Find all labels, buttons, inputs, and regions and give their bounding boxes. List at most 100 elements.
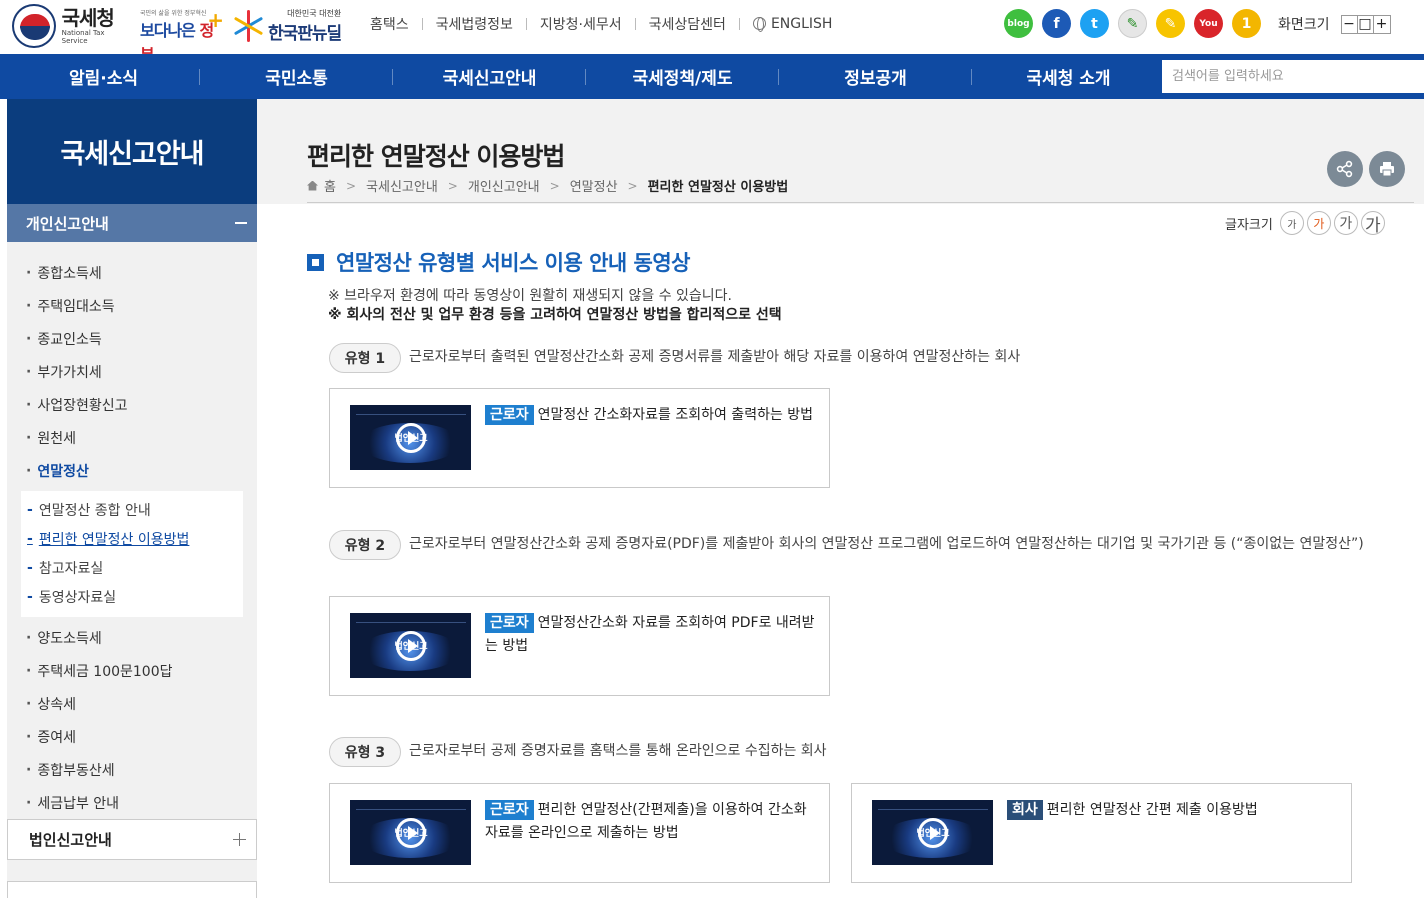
page-title: 편리한 연말정산 이용방법: [307, 142, 565, 171]
play-icon: [396, 423, 426, 453]
collapse-icon: [235, 222, 247, 224]
gnb-menu-about[interactable]: 국세청 소개: [972, 54, 1165, 99]
plus-mark-icon: +: [207, 8, 224, 32]
sidebar-item-inheritance[interactable]: 상속세: [7, 687, 257, 720]
submenu-item-videos[interactable]: 동영상자료실: [21, 582, 243, 611]
gnb-menu-communication[interactable]: 국민소통: [200, 54, 393, 99]
new-deal-small-text: 대한민국 대전환: [287, 9, 342, 18]
video-card[interactable]: 법인신고 회사 편리한 연말정산 간편 제출 이용방법: [851, 783, 1352, 883]
sidebar-item-capital-gains[interactable]: 양도소득세: [7, 621, 257, 654]
pen-icon[interactable]: ✎: [1118, 9, 1147, 38]
bullet-square-icon: [307, 253, 324, 271]
type-badge: 유형 2: [329, 530, 401, 560]
youtube-icon[interactable]: You: [1194, 9, 1223, 38]
breadcrumb-personal[interactable]: 개인신고안내: [468, 176, 540, 195]
submenu-item-references[interactable]: 참고자료실: [21, 553, 243, 582]
sidebar-item-property-tax[interactable]: 종합부동산세: [7, 753, 257, 786]
search-input[interactable]: [1162, 60, 1424, 93]
blog-icon[interactable]: blog: [1004, 9, 1033, 38]
submenu-item-convenient-method[interactable]: 편리한 연말정산 이용방법: [21, 524, 243, 553]
video-thumbnail[interactable]: 법인신고: [872, 800, 993, 865]
video-card[interactable]: 법인신고 근로자 연말정산간소화 자료를 조회하여 PDF로 내려받는 방법: [329, 596, 830, 696]
util-link-hometax[interactable]: 홈택스: [368, 14, 422, 34]
util-link-english[interactable]: ENGLISH: [740, 16, 846, 32]
video-thumbnail[interactable]: 법인신고: [350, 405, 471, 470]
video-title[interactable]: 근로자 연말정산 간소화자료를 조회하여 출력하는 방법: [485, 404, 815, 427]
nts-logo-en: National Tax Service: [61, 29, 105, 45]
type-description: 근로자로부터 연말정산간소화 공제 증명자료(PDF)를 제출받아 회사의 연말…: [409, 536, 1364, 552]
video-card[interactable]: 법인신고 근로자 연말정산 간소화자료를 조회하여 출력하는 방법: [329, 388, 830, 488]
main-content: 편리한 연말정산 이용방법 홈 > 국세신고안내 > 개인신고안내 > 연말정산…: [257, 99, 1424, 898]
font-size-largest-button[interactable]: 가: [1360, 211, 1385, 236]
video-title[interactable]: 근로자 연말정산간소화 자료를 조회하여 PDF로 내려받는 방법: [485, 612, 815, 658]
chevron-right-icon: >: [345, 178, 357, 193]
sidebar-item-income-tax[interactable]: 종합소득세: [7, 256, 257, 289]
share-button[interactable]: [1327, 151, 1363, 187]
breadcrumb-home[interactable]: 홈: [324, 176, 336, 195]
util-link-consult-center[interactable]: 국세상담센터: [636, 14, 739, 34]
audience-tag: 회사: [1007, 800, 1043, 820]
breadcrumb-tax-filing[interactable]: 국세신고안내: [366, 176, 438, 195]
one-icon[interactable]: 1: [1232, 9, 1261, 38]
section-title: 연말정산 유형별 서비스 이용 안내 동영상: [307, 247, 691, 277]
zoom-reset-button[interactable]: □: [1358, 15, 1374, 33]
font-size-default-button[interactable]: 가: [1306, 211, 1331, 235]
better-government-logo[interactable]: 국민의 삶을 위한 정부혁신 보다나은 정부 +: [140, 8, 226, 64]
sns-links: blog f t ✎ ✎ You 1: [1004, 9, 1270, 38]
sidebar-item-housing-qa[interactable]: 주택세금 100문100답: [7, 654, 257, 687]
breadcrumb-year-end[interactable]: 연말정산: [570, 176, 618, 195]
nts-logo[interactable]: 국세청 National Tax Service: [12, 4, 132, 48]
sidebar-item-gift[interactable]: 증여세: [7, 720, 257, 753]
sidebar-item-religious-income[interactable]: 종교인소득: [7, 322, 257, 355]
sidebar-item-rental-income[interactable]: 주택임대소득: [7, 289, 257, 322]
screen-size-control: 화면크기 − □ +: [1278, 14, 1391, 34]
sidebar-item-year-end[interactable]: 연말정산: [7, 454, 257, 487]
sidebar-item-withholding[interactable]: 원천세: [7, 421, 257, 454]
sidebar-item-business-report[interactable]: 사업장현황신고: [7, 388, 257, 421]
new-deal-mark-icon: [232, 10, 264, 42]
new-deal-text: 한국판뉴딜: [268, 24, 342, 44]
submenu-item-overview[interactable]: 연말정산 종합 안내: [21, 495, 243, 524]
sidebar-group-corporate-label: 법인신고안내: [29, 831, 112, 849]
globe-icon: [752, 17, 766, 32]
twitter-icon[interactable]: t: [1080, 9, 1109, 38]
font-size-control: 글자크기 가 가 가 가: [1225, 211, 1385, 236]
play-icon: [396, 631, 426, 661]
gnb-menu-tax-filing[interactable]: 국세신고안내: [393, 54, 586, 99]
video-card[interactable]: 법인신고 근로자 편리한 연말정산(간편제출)을 이용하여 간소화자료를 온라인으…: [329, 783, 830, 883]
kakao-icon[interactable]: ✎: [1156, 9, 1185, 38]
gnb-menu-disclosure[interactable]: 정보공개: [779, 54, 972, 99]
type-badge: 유형 1: [329, 343, 401, 373]
note-browser: ※ 브라우저 환경에 따라 동영상이 원활히 재생되지 않을 수 있습니다.: [328, 288, 732, 304]
font-size-label: 글자크기: [1225, 217, 1273, 233]
sidebar-group-corporate[interactable]: 법인신고안내: [7, 819, 257, 860]
nts-logo-text: 국세청: [61, 6, 115, 30]
font-size-smaller-button[interactable]: 가: [1279, 211, 1304, 235]
video-thumbnail[interactable]: 법인신고: [350, 800, 471, 865]
divider: [307, 202, 1414, 203]
audience-tag: 근로자: [485, 800, 534, 820]
audience-tag: 근로자: [485, 405, 534, 425]
top-bar: 국세청 National Tax Service 국민의 삶을 위한 정부혁신 …: [0, 0, 1424, 64]
sidebar-item-vat[interactable]: 부가가치세: [7, 355, 257, 388]
zoom-in-button[interactable]: +: [1374, 16, 1390, 33]
facebook-icon[interactable]: f: [1042, 9, 1071, 38]
note-choose: ※ 회사의 전산 및 업무 환경 등을 고려하여 연말정산 방법을 합리적으로 …: [328, 307, 782, 323]
print-button[interactable]: [1369, 151, 1405, 187]
video-thumbnail[interactable]: 법인신고: [350, 613, 471, 678]
sidebar-submenu: 연말정산 종합 안내 편리한 연말정산 이용방법 참고자료실 동영상자료실: [21, 491, 243, 617]
video-title[interactable]: 회사 편리한 연말정산 간편 제출 이용방법: [1007, 799, 1337, 822]
korean-new-deal-logo[interactable]: 대한민국 대전환 한국판뉴딜: [232, 6, 352, 46]
type-badge: 유형 3: [329, 737, 401, 767]
font-size-larger-button[interactable]: 가: [1333, 211, 1358, 235]
breadcrumb-current: 편리한 연말정산 이용방법: [647, 180, 789, 195]
sidebar-item-payment[interactable]: 세금납부 안내: [7, 786, 257, 819]
util-link-law-info[interactable]: 국세법령정보: [423, 14, 526, 34]
zoom-out-button[interactable]: −: [1342, 15, 1358, 33]
video-title-text: 연말정산간소화 자료를 조회하여 PDF로 내려받는 방법: [485, 615, 815, 654]
util-link-regional-offices[interactable]: 지방청·세무서: [527, 14, 635, 34]
video-title[interactable]: 근로자 편리한 연말정산(간편제출)을 이용하여 간소화자료를 온라인으로 제출하…: [485, 799, 815, 845]
gnb-menu-tax-policy[interactable]: 국세정책/제도: [586, 54, 779, 99]
gnb-menu-notice[interactable]: 알림·소식: [7, 54, 200, 99]
sidebar-group-personal[interactable]: 개인신고안내: [7, 204, 257, 242]
